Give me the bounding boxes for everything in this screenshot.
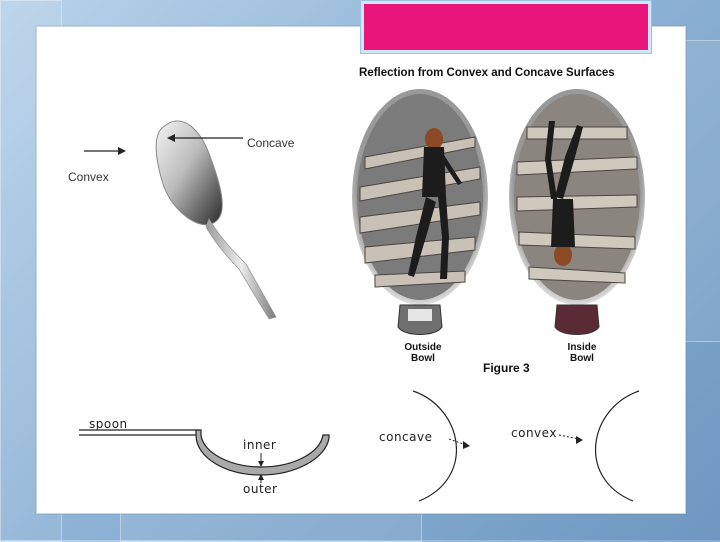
slide: Concave Convex Reflection from Convex an… [36,1,686,514]
outside-bowl-image [352,89,488,335]
outside-bowl-caption: Outside Bowl [388,342,458,364]
title-box [361,1,651,53]
outside-caption-line2: Bowl [411,353,435,364]
inside-caption-line2: Bowl [570,353,594,364]
spoon-photo [155,120,277,319]
concave-label: Concave [247,136,295,150]
inner-label: inner [243,438,276,452]
inside-bowl-caption: Inside Bowl [547,342,617,364]
convex-label: Convex [68,170,109,184]
concave-curve-label: concave [379,430,432,444]
outer-label: outer [243,482,277,496]
spoon-label: spoon [89,417,128,431]
outside-caption-line1: Outside [404,342,442,353]
convex-curve [595,390,640,502]
figure-number: Figure 3 [483,361,530,375]
cross-section-diagrams: spoon inner outer concave convex [79,390,640,502]
inside-caption-line1: Inside [567,342,597,353]
spoon-bowl-section [195,429,330,476]
figure-title: Reflection from Convex and Concave Surfa… [359,67,615,79]
concave-curve [412,390,457,502]
inside-bowl-image [509,89,645,335]
convex-curve-label: convex [511,426,557,440]
